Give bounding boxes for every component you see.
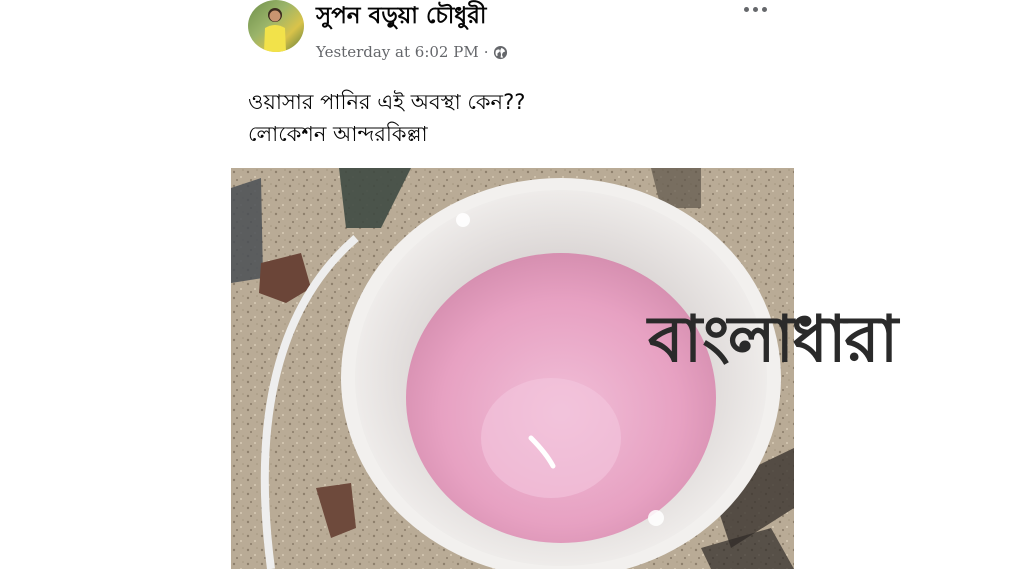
post-meta: Yesterday at 6:02 PM · [316, 42, 508, 62]
dot [743, 6, 749, 12]
post-text: ওয়াসার পানির এই অবস্থা কেন?? লোকেশন আন্… [248, 86, 525, 150]
watermark-text-3: লাধারা [727, 303, 898, 377]
author-name[interactable]: সুপন বড়ুয়া চৌধুরী [316, 2, 486, 30]
post-text-line-1: ওয়াসার পানির এই অবস্থা কেন?? [248, 90, 526, 114]
dot [761, 6, 767, 12]
post-text-line-2: লোকেশন আন্দরকিল্লা [248, 122, 428, 146]
facebook-post-screenshot: সুপন বড়ুয়া চৌধুরী Yesterday at 6:02 PM… [0, 0, 1024, 569]
post-timestamp[interactable]: Yesterday at 6:02 PM [316, 42, 479, 62]
watermark-logo: বাংলাধারা [648, 300, 898, 380]
avatar[interactable] [248, 0, 304, 52]
dot [752, 6, 758, 12]
watermark-text-1: বা [648, 303, 730, 377]
meta-separator: · [483, 43, 489, 61]
more-options-icon[interactable] [740, 0, 770, 18]
globe-icon[interactable] [493, 45, 508, 60]
person-silhouette-icon [264, 8, 286, 52]
